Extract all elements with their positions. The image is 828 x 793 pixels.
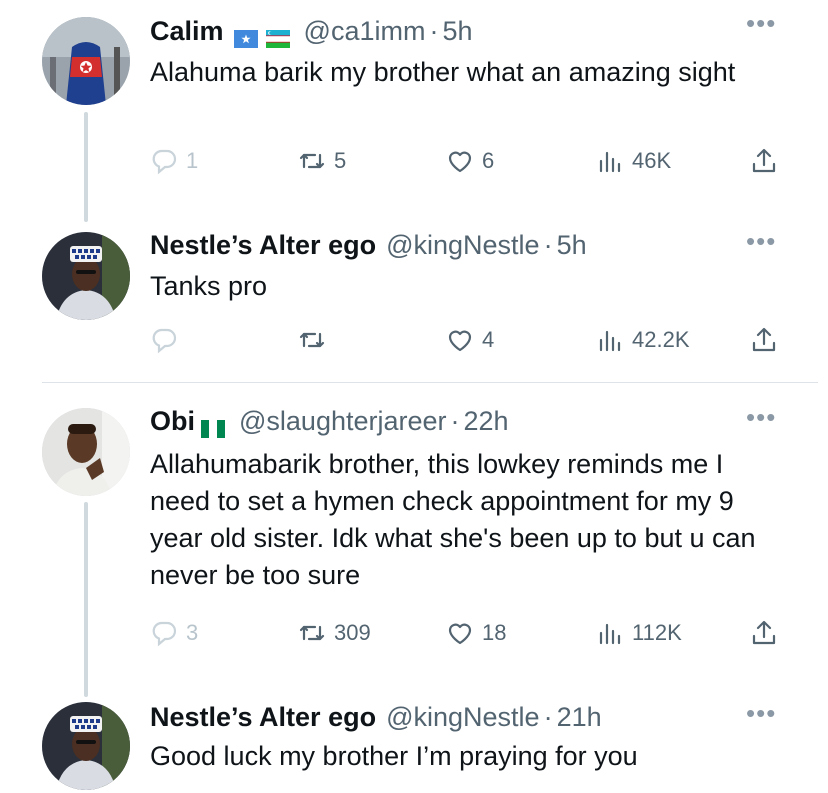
separator: · [429, 16, 439, 46]
action-bar: 1 5 6 46K [150, 144, 790, 178]
more-options-icon[interactable]: ••• [746, 10, 776, 36]
tweet-nestle-reply-2[interactable]: Nestle’s Alter ego @kingNestle · 21h •••… [0, 700, 828, 793]
share-icon [752, 620, 776, 645]
like-button[interactable]: 18 [446, 616, 506, 650]
more-options-icon[interactable]: ••• [746, 700, 776, 726]
retweet-count: 5 [334, 148, 347, 173]
separator: · [543, 230, 553, 260]
thread-line [84, 112, 88, 222]
avatar[interactable] [42, 702, 130, 790]
reply-button[interactable]: 1 [150, 144, 198, 178]
tweet-calim[interactable]: Calim @ca1imm · 5h ••• Alahuma barik my … [0, 10, 828, 222]
reply-icon [152, 149, 177, 175]
timestamp[interactable]: 22h [464, 404, 509, 438]
like-count: 6 [482, 148, 495, 173]
reply-button[interactable] [150, 323, 186, 357]
share-icon [752, 148, 776, 173]
reply-icon [152, 621, 177, 647]
separator: · [543, 702, 553, 732]
timestamp[interactable]: 21h [557, 700, 602, 734]
heart-icon [448, 151, 472, 173]
action-bar: 3 309 18 112K [150, 616, 790, 650]
avatar[interactable] [42, 17, 130, 105]
reply-count: 1 [186, 148, 199, 173]
share-button[interactable] [750, 323, 778, 357]
tweet-nestle-reply-1[interactable]: Nestle’s Alter ego @kingNestle · 5h ••• … [0, 228, 828, 378]
somalia-flag-icon [233, 22, 258, 48]
display-name[interactable]: Obi [150, 404, 195, 438]
retweet-button[interactable]: 309 [298, 616, 371, 650]
more-options-icon[interactable]: ••• [746, 228, 776, 254]
view-count: 46K [632, 148, 672, 173]
handle[interactable]: @kingNestle [386, 700, 539, 734]
tweet-text: Tanks pro [150, 271, 268, 301]
heart-icon [448, 623, 472, 645]
share-button[interactable] [750, 144, 778, 178]
reply-icon [152, 328, 177, 354]
like-button[interactable]: 4 [446, 323, 494, 357]
reply-button[interactable]: 3 [150, 616, 198, 650]
avatar[interactable] [42, 408, 130, 496]
views-icon [599, 330, 621, 352]
retweet-icon [299, 332, 325, 348]
display-name[interactable]: Calim [150, 14, 224, 48]
share-button[interactable] [750, 616, 778, 650]
uzbekistan-flag-icon [265, 22, 290, 48]
like-count: 18 [482, 620, 507, 645]
reply-count: 3 [186, 620, 199, 645]
timestamp[interactable]: 5h [442, 14, 472, 48]
views-icon [599, 151, 621, 173]
action-bar: 4 42.2K [150, 323, 790, 357]
tweet-text: Allahumabarik brother, this lowkey remin… [150, 449, 756, 590]
share-icon [752, 327, 776, 352]
tweet-obi[interactable]: Obi @slaughterjareer · 22h ••• Allahumab… [0, 404, 828, 697]
like-button[interactable]: 6 [446, 144, 494, 178]
display-name[interactable]: Nestle’s Alter ego [150, 700, 376, 734]
tweet-text: Good luck my brother I’m praying for you [150, 741, 638, 771]
retweet-count: 309 [334, 620, 371, 645]
nigeria-flag-icon [201, 412, 225, 438]
divider [42, 382, 818, 383]
view-count: 42.2K [632, 327, 690, 352]
display-name[interactable]: Nestle’s Alter ego [150, 228, 376, 262]
handle[interactable]: @slaughterjareer [239, 404, 447, 438]
retweet-icon [299, 153, 325, 169]
view-count: 112K [632, 620, 682, 645]
views-button[interactable]: 112K [596, 616, 682, 650]
like-count: 4 [482, 327, 495, 352]
timestamp[interactable]: 5h [557, 228, 587, 262]
heart-icon [448, 330, 472, 352]
separator: · [450, 406, 460, 436]
thread-line [84, 502, 88, 697]
retweet-button[interactable]: 5 [298, 144, 346, 178]
tweet-text: Alahuma barik my brother what an amazing… [150, 57, 736, 87]
more-options-icon[interactable]: ••• [746, 404, 776, 430]
handle[interactable]: @kingNestle [386, 228, 539, 262]
views-icon [599, 623, 621, 645]
views-button[interactable]: 46K [596, 144, 671, 178]
avatar[interactable] [42, 232, 130, 320]
retweet-button[interactable] [298, 323, 334, 357]
handle[interactable]: @ca1imm [304, 14, 426, 48]
retweet-icon [299, 625, 325, 641]
views-button[interactable]: 42.2K [596, 323, 690, 357]
